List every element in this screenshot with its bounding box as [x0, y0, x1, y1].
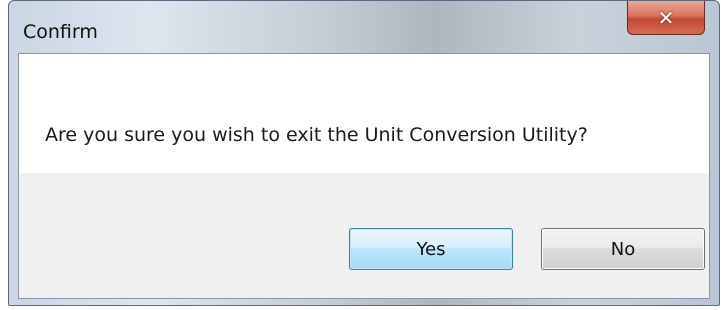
title-bar[interactable]: Confirm ✕	[9, 1, 719, 53]
message-area: Are you sure you wish to exit the Unit C…	[19, 54, 709, 173]
dialog-body: Are you sure you wish to exit the Unit C…	[18, 53, 710, 299]
confirm-dialog: Confirm ✕ Are you sure you wish to exit …	[8, 0, 720, 306]
close-button[interactable]: ✕	[627, 1, 705, 35]
no-button[interactable]: No	[541, 228, 705, 270]
yes-button[interactable]: Yes	[349, 228, 513, 270]
dialog-title: Confirm	[23, 21, 98, 43]
close-icon: ✕	[657, 5, 675, 30]
confirm-message: Are you sure you wish to exit the Unit C…	[45, 124, 588, 146]
